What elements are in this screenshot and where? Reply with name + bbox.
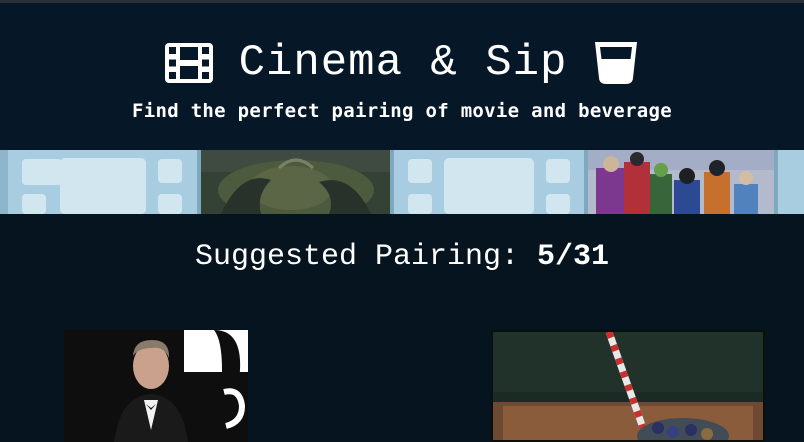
film-frame-placeholder	[394, 150, 584, 214]
title-row: Cinema & Sip	[0, 34, 804, 92]
glass-icon	[595, 42, 638, 84]
pairing-count: 5/31	[537, 240, 610, 274]
movie-poster-image	[64, 330, 248, 442]
film-icon	[164, 43, 213, 83]
film-frame-placeholder	[0, 150, 199, 214]
beverage-photo-image	[493, 332, 763, 440]
suggested-pairing-counter: Suggested Pairing: 5/31	[0, 240, 804, 274]
page-title: Cinema & Sip	[238, 38, 568, 88]
movie-still-2	[588, 150, 774, 214]
pairing-label: Suggested Pairing:	[194, 240, 520, 274]
film-frame-placeholder	[778, 150, 804, 214]
movie-poster[interactable]	[64, 330, 248, 442]
page-subtitle: Find the perfect pairing of movie and be…	[132, 100, 672, 122]
movie-still-1	[201, 150, 390, 214]
site-header: Cinema & Sip Find the perfect pairing of…	[0, 3, 804, 150]
beverage-photo[interactable]	[491, 330, 765, 442]
filmstrip-banner	[0, 150, 804, 214]
